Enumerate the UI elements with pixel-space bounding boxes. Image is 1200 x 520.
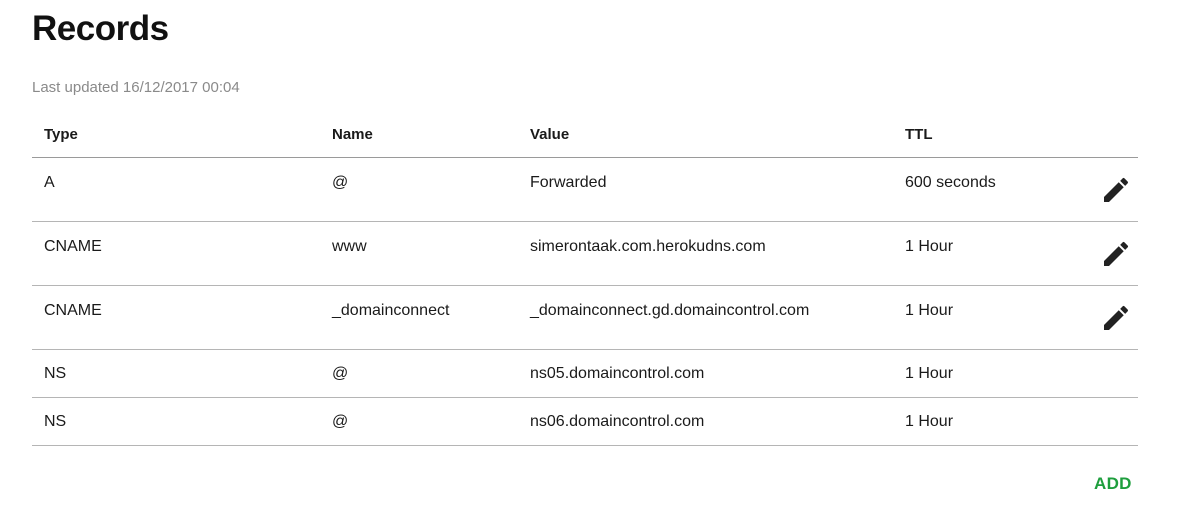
column-header-value: Value [530, 126, 570, 143]
column-header-ttl: TTL [905, 126, 933, 143]
record-value: simerontaak.com.herokudns.com [530, 238, 766, 255]
add-record-button[interactable]: ADD [1094, 474, 1132, 494]
record-ttl: 1 Hour [905, 365, 954, 382]
records-page: Records Last updated 16/12/2017 00:04 Ty… [0, 0, 1200, 520]
record-value: ns05.domaincontrol.com [530, 365, 705, 382]
record-value: ns06.domaincontrol.com [530, 413, 705, 430]
pencil-icon [1104, 241, 1129, 266]
edit-record-button[interactable] [1100, 302, 1132, 334]
record-value: Forwarded [530, 174, 607, 191]
record-type: CNAME [44, 238, 102, 255]
row-actions [1073, 398, 1138, 445]
records-table: Type Name Value TTL A @ Forwarded 600 se… [32, 112, 1138, 446]
record-type: NS [44, 365, 67, 382]
row-actions [1073, 350, 1138, 397]
row-actions [1073, 286, 1138, 349]
edit-record-button[interactable] [1100, 174, 1132, 206]
record-ttl: 1 Hour [905, 302, 954, 319]
table-row: NS @ ns06.domaincontrol.com 1 Hour [32, 398, 1138, 446]
edit-record-button[interactable] [1100, 238, 1132, 270]
page-title: Records [32, 9, 169, 48]
column-header-actions [1073, 112, 1138, 157]
pencil-icon [1104, 305, 1129, 330]
record-name: www [332, 238, 367, 255]
table-row: CNAME www simerontaak.com.herokudns.com … [32, 222, 1138, 286]
record-type: A [44, 174, 55, 191]
record-type: CNAME [44, 302, 102, 319]
record-type: NS [44, 413, 67, 430]
pencil-icon [1104, 177, 1129, 202]
record-ttl: 600 seconds [905, 174, 996, 191]
record-value: _domainconnect.gd.domaincontrol.com [530, 302, 810, 319]
record-ttl: 1 Hour [905, 413, 954, 430]
record-name: @ [332, 365, 349, 382]
record-name: @ [332, 174, 349, 191]
record-name: _domainconnect [332, 302, 450, 319]
table-row: NS @ ns05.domaincontrol.com 1 Hour [32, 350, 1138, 398]
row-actions [1073, 158, 1138, 221]
row-actions [1073, 222, 1138, 285]
record-ttl: 1 Hour [905, 238, 954, 255]
last-updated-text: Last updated 16/12/2017 00:04 [32, 79, 240, 96]
column-header-name: Name [332, 126, 373, 143]
table-header-row: Type Name Value TTL [32, 112, 1138, 158]
column-header-type: Type [44, 126, 78, 143]
table-row: CNAME _domainconnect _domainconnect.gd.d… [32, 286, 1138, 350]
table-row: A @ Forwarded 600 seconds [32, 158, 1138, 222]
record-name: @ [332, 413, 349, 430]
